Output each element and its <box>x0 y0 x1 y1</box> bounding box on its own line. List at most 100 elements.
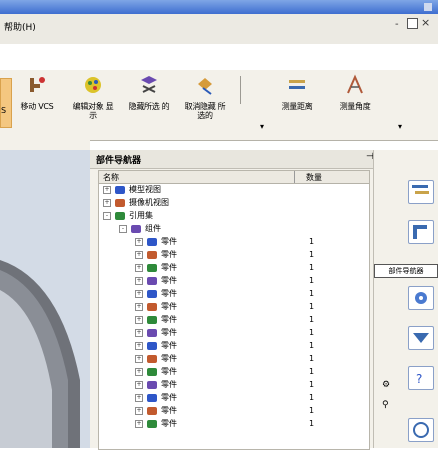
expand-icon[interactable]: + <box>135 420 143 428</box>
viewport-top-edge <box>0 140 90 150</box>
expand-icon[interactable]: + <box>135 407 143 415</box>
part-navigator-tab[interactable] <box>408 220 434 244</box>
tree-row[interactable]: + 零件 1 <box>99 380 369 390</box>
reuse-library-tab[interactable] <box>408 286 434 310</box>
node-icon <box>115 199 125 207</box>
measure-distance-label: 测量距离 <box>281 102 313 111</box>
tree-row-qty: 1 <box>309 380 315 389</box>
tree-row[interactable]: + 零件 1 <box>99 276 369 286</box>
tree-row[interactable]: + 零件 1 <box>99 354 369 364</box>
assembly-navigator-tab[interactable] <box>408 180 434 204</box>
unhide-selected-label: 取消隐藏 所选的 <box>184 102 226 120</box>
tree-row[interactable]: + 零件 1 <box>99 328 369 338</box>
tree-row-label: 引用集 <box>129 211 153 220</box>
toolbar-dropdown-arrow-2[interactable]: ▾ <box>398 122 402 131</box>
toolbar-grip[interactable] <box>0 78 12 128</box>
tree-row-qty: 1 <box>309 406 315 415</box>
unhide-selected-icon <box>194 74 216 96</box>
graphics-viewport[interactable] <box>0 140 90 448</box>
title-bar-decoration <box>424 3 432 11</box>
expand-icon[interactable]: + <box>135 251 143 259</box>
web-browser-tab[interactable] <box>408 326 434 350</box>
close-button[interactable]: × <box>421 16 430 29</box>
move-vcs-icon <box>26 74 48 96</box>
expand-icon[interactable]: + <box>135 355 143 363</box>
move-vcs-label: 移动 VCS <box>20 102 54 111</box>
maximize-button[interactable] <box>407 18 418 29</box>
column-divider[interactable] <box>294 171 295 183</box>
move-vcs-button[interactable]: 移动 VCS <box>14 74 60 111</box>
tree-row[interactable]: + 零件 1 <box>99 419 369 429</box>
node-icon <box>147 407 157 415</box>
tree-row-label: 零件 <box>161 367 177 376</box>
expand-icon[interactable]: + <box>135 329 143 337</box>
node-icon <box>147 303 157 311</box>
node-icon <box>131 225 141 233</box>
tree-row-label: 零件 <box>161 276 177 285</box>
expand-icon[interactable]: + <box>135 381 143 389</box>
node-icon <box>147 342 157 350</box>
expand-icon[interactable]: + <box>135 316 143 324</box>
tree-row[interactable]: + 零件 1 <box>99 315 369 325</box>
expand-icon[interactable]: + <box>135 238 143 246</box>
tree-row[interactable]: + 零件 1 <box>99 237 369 247</box>
measure-angle-button[interactable]: 测量角度 <box>332 74 378 111</box>
toolbar-dropdown-arrow[interactable]: ▾ <box>260 122 264 131</box>
expand-icon[interactable]: + <box>135 342 143 350</box>
tree-row-qty: 1 <box>309 250 315 259</box>
tree-row[interactable]: + 零件 1 <box>99 341 369 351</box>
tree-row[interactable]: + 零件 1 <box>99 367 369 377</box>
tree-row[interactable]: - 引用集 <box>99 211 369 221</box>
node-icon <box>115 212 125 220</box>
tree-row-label: 零件 <box>161 328 177 337</box>
hide-selected-button[interactable]: 隐藏所选 的 <box>126 74 172 111</box>
toolbar-left-label: S <box>1 106 7 115</box>
column-header-name[interactable]: 名称 <box>103 172 119 183</box>
resource-bar: 部件导航器 ? ⚙ ⚲ <box>373 150 438 448</box>
expand-icon[interactable]: + <box>103 186 111 194</box>
unhide-selected-button[interactable]: 取消隐藏 所选的 <box>182 74 228 120</box>
tree-row[interactable]: + 零件 1 <box>99 263 369 273</box>
measure-angle-label: 测量角度 <box>339 102 371 111</box>
tree-row[interactable]: - 组件 <box>99 224 369 234</box>
expand-icon[interactable]: + <box>135 264 143 272</box>
expand-icon[interactable]: + <box>135 368 143 376</box>
resource-tab-label[interactable]: 部件导航器 <box>374 264 438 278</box>
vertical-tool-2[interactable]: ⚲ <box>382 400 396 410</box>
system-materials-tab[interactable] <box>408 418 434 442</box>
node-icon <box>147 420 157 428</box>
tree-row-label: 零件 <box>161 289 177 298</box>
navigator-tree[interactable]: 名称 数量 + 模型视图 + 摄像机视图 - 引用集 - 组件 + 零件 1 + 零件 1 + 零件 1 + 零件 1… <box>98 170 370 450</box>
measure-distance-button[interactable]: 测量距离 <box>274 74 320 111</box>
vertical-tool-1[interactable]: ⚙ <box>382 380 396 390</box>
hide-selected-icon <box>138 74 160 96</box>
tree-row[interactable]: + 零件 1 <box>99 289 369 299</box>
tree-row[interactable]: + 零件 1 <box>99 393 369 403</box>
tree-row[interactable]: + 摄像机视图 <box>99 198 369 208</box>
tree-row[interactable]: + 零件 1 <box>99 250 369 260</box>
expand-icon[interactable]: + <box>135 277 143 285</box>
tree-row-label: 组件 <box>145 224 161 233</box>
tree-row[interactable]: + 零件 1 <box>99 406 369 416</box>
tree-row[interactable]: + 零件 1 <box>99 302 369 312</box>
expand-icon[interactable]: + <box>135 394 143 402</box>
tree-row-qty: 1 <box>309 302 315 311</box>
tree-row-qty: 1 <box>309 289 315 298</box>
collapse-icon[interactable]: - <box>119 225 127 233</box>
expand-icon[interactable]: + <box>103 199 111 207</box>
menu-item-help[interactable]: 帮助(H) <box>4 20 36 33</box>
tree-row-label: 摄像机视图 <box>129 198 169 207</box>
main-toolbar: S 移动 VCS 编辑对象 显示 隐藏所选 的 取消隐藏 所选的 ▾ 测量距离 <box>0 70 438 141</box>
tree-row-label: 零件 <box>161 393 177 402</box>
tree-row-label: 零件 <box>161 302 177 311</box>
column-header-qty[interactable]: 数量 <box>306 172 322 183</box>
history-tab[interactable]: ? <box>408 366 434 390</box>
tree-row-label: 零件 <box>161 380 177 389</box>
collapse-icon[interactable]: - <box>103 212 111 220</box>
edit-display-button[interactable]: 编辑对象 显示 <box>70 74 116 120</box>
tree-row[interactable]: + 模型视图 <box>99 185 369 195</box>
expand-icon[interactable]: + <box>135 303 143 311</box>
tree-row-qty: 1 <box>309 263 315 272</box>
expand-icon[interactable]: + <box>135 290 143 298</box>
minimize-button[interactable]: - <box>395 19 399 30</box>
